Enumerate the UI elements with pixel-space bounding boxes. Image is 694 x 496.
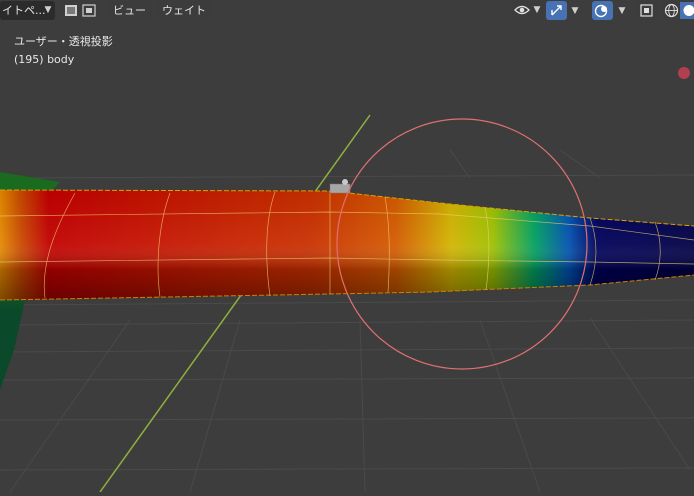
gizmo-icon <box>549 3 564 18</box>
bone-object <box>330 179 350 193</box>
view-name-label: ユーザー・透視投影 <box>14 33 113 49</box>
visibility-toggle[interactable]: ▼ <box>511 1 543 20</box>
overlays-options-dropdown[interactable]: ▼ <box>618 4 626 18</box>
xray-toggle[interactable] <box>636 1 658 20</box>
navigation-gizmo-dot[interactable] <box>678 67 690 79</box>
chevron-down-icon: ▼ <box>44 3 52 17</box>
xray-icon <box>639 3 654 18</box>
wireframe-shading-icon <box>664 3 679 18</box>
select-box-icon <box>64 4 78 17</box>
menu-weight[interactable]: ウェイト <box>156 1 212 20</box>
3d-viewport[interactable] <box>0 0 694 492</box>
menu-view[interactable]: ビュー <box>107 1 153 20</box>
viewport-canvas[interactable] <box>0 0 694 492</box>
select-mode-group[interactable] <box>61 1 100 20</box>
gizmo-toggle[interactable] <box>546 1 567 20</box>
select-lasso-icon <box>82 4 96 17</box>
menu-weight-label: ウェイト <box>162 1 206 20</box>
overlays-icon <box>594 3 610 18</box>
mode-dropdown-label: イトペ... <box>2 1 46 20</box>
object-info-label: (195) body <box>14 53 74 66</box>
shading-mode-group[interactable] <box>662 1 694 20</box>
mesh-body <box>0 190 694 300</box>
chevron-down-icon: ▼ <box>533 3 541 17</box>
viewport-header: イトペ... ▼ ビュー ウェイト ▼ ▼ ▼ <box>0 0 694 22</box>
menu-view-label: ビュー <box>113 1 146 20</box>
eye-icon <box>514 3 530 18</box>
solid-shading-icon <box>680 2 694 19</box>
overlays-toggle[interactable] <box>592 1 613 20</box>
gizmo-options-dropdown[interactable]: ▼ <box>571 4 579 18</box>
mode-dropdown[interactable]: イトペ... ▼ <box>0 1 55 20</box>
